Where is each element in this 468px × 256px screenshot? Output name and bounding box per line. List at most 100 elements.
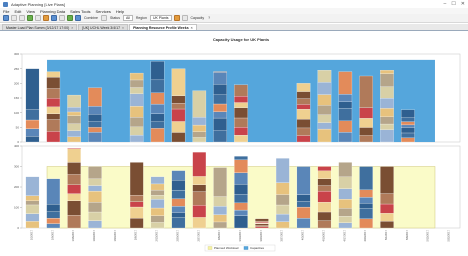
- x-tick-label: 1/2/2017: [29, 229, 33, 240]
- status-label: Status: [110, 16, 120, 20]
- bar-segment: [255, 218, 269, 222]
- menu-services[interactable]: Services: [96, 9, 111, 14]
- bar-segment: [25, 176, 40, 196]
- bar-segment: [275, 158, 290, 183]
- bar-segment: [213, 167, 227, 197]
- bar-segment: [213, 84, 227, 95]
- menu-file[interactable]: File: [3, 9, 9, 14]
- print-icon[interactable]: [35, 15, 41, 21]
- bar-segment: [150, 222, 165, 229]
- combine-label[interactable]: Combine: [84, 16, 98, 20]
- open-icon[interactable]: [11, 15, 17, 21]
- x-tick-label: 2/27/2017: [196, 229, 200, 241]
- bar-segment: [401, 137, 415, 143]
- bar-segment: [401, 117, 415, 122]
- refresh-icon[interactable]: [27, 15, 33, 21]
- bar-segment: [234, 107, 248, 119]
- bar-segment: [234, 215, 248, 229]
- capacity-label[interactable]: Capacity: [191, 16, 205, 20]
- bar-segment: [296, 109, 311, 120]
- dropdown-icon[interactable]: [101, 15, 108, 21]
- region-select[interactable]: UK Plants: [149, 15, 172, 21]
- chart-icon[interactable]: [43, 15, 49, 21]
- bar-segment: [46, 204, 61, 212]
- bar-segment: [234, 194, 248, 204]
- bar-segment: [129, 201, 144, 208]
- y-tick-label: 200: [14, 185, 19, 189]
- bar-segment: [234, 84, 248, 97]
- bar-segment: [67, 162, 81, 175]
- menu-sales-tools[interactable]: Sales Tools: [70, 9, 90, 14]
- bar-segment: [234, 156, 248, 160]
- status-select[interactable]: All: [122, 15, 133, 21]
- bar-segment: [213, 103, 227, 112]
- x-tick-label: 1/9/2017: [50, 229, 54, 240]
- settings-icon[interactable]: [173, 15, 180, 21]
- tab-master-load-plan[interactable]: Master Load Plan Summ (3/12/17 17:00) ×: [2, 24, 78, 30]
- bar-segment: [234, 117, 248, 128]
- bar-segment: [338, 188, 353, 200]
- bar-segment: [171, 206, 186, 213]
- close-button[interactable]: ✕: [461, 1, 465, 7]
- bar-segment: [192, 217, 207, 229]
- bar-segment: [192, 131, 207, 138]
- tab-resource-profile[interactable]: Planning Resource Profile Weeks ×: [129, 24, 197, 30]
- menu-help[interactable]: Help: [116, 9, 124, 14]
- bar-segment: [192, 205, 207, 218]
- bar-segment: [213, 72, 227, 85]
- menu-planning-data[interactable]: Planning Data: [40, 9, 65, 14]
- y-tick-label: 400: [14, 144, 19, 148]
- bar-segment: [317, 178, 332, 186]
- bar-segment: [359, 166, 373, 190]
- maximize-button[interactable]: ☐: [451, 1, 455, 7]
- bar-segment: [129, 126, 144, 136]
- close-icon: ×: [122, 25, 125, 30]
- app-icon: [3, 1, 8, 7]
- bar-segment: [338, 222, 353, 229]
- bar-segment: [46, 98, 61, 107]
- bar-segment: [296, 206, 311, 219]
- menu-edit[interactable]: Edit: [14, 9, 21, 14]
- grid-icon[interactable]: [51, 15, 57, 21]
- filter-icon[interactable]: [59, 15, 65, 21]
- bar-segment: [213, 117, 227, 131]
- bar-segment: [67, 107, 81, 113]
- minimize-button[interactable]: –: [444, 1, 447, 7]
- region-label: Region: [135, 16, 147, 20]
- export-icon[interactable]: [67, 15, 73, 21]
- bar-segment: [338, 132, 353, 143]
- bar-segment: [380, 116, 394, 125]
- bar-segment: [338, 120, 353, 133]
- bar-segment: [380, 203, 394, 214]
- bar-segment: [88, 190, 102, 203]
- y-tick-label: 250: [14, 67, 19, 71]
- bar-segment: [25, 195, 40, 201]
- x-tick-label: 3/13/2017: [238, 229, 242, 241]
- combine-icon[interactable]: [75, 15, 81, 21]
- save-icon[interactable]: [19, 15, 25, 21]
- tab-uchl-week[interactable]: [UK] UCHL Week 3/4/17 ×: [78, 24, 129, 30]
- capacity-icon[interactable]: [181, 15, 188, 21]
- bar-segment: [296, 166, 311, 195]
- bar-segment: [255, 225, 269, 227]
- bar-segment: [150, 92, 165, 105]
- help-icon[interactable]: ?: [208, 16, 210, 20]
- bar-segment: [150, 113, 165, 122]
- bar-segment: [67, 215, 81, 229]
- bar-segment: [88, 211, 102, 221]
- bar-segment: [88, 178, 102, 186]
- bar-segment: [234, 184, 248, 195]
- bar-segment: [296, 83, 311, 92]
- document-tabs: Master Load Plan Summ (3/12/17 17:00) × […: [0, 24, 468, 31]
- bar-segment: [296, 135, 311, 143]
- bar-segment: [46, 211, 61, 219]
- bar-segment: [171, 132, 186, 143]
- new-icon[interactable]: [3, 15, 9, 21]
- toolbar: Combine Status All Region UK Plants Capa…: [0, 14, 468, 23]
- bar-segment: [234, 96, 248, 103]
- bar-segment: [234, 209, 248, 216]
- menu-view[interactable]: View: [26, 9, 35, 14]
- bar-segment: [67, 123, 81, 131]
- bar-segment: [296, 218, 311, 229]
- bar-segment: [129, 206, 144, 219]
